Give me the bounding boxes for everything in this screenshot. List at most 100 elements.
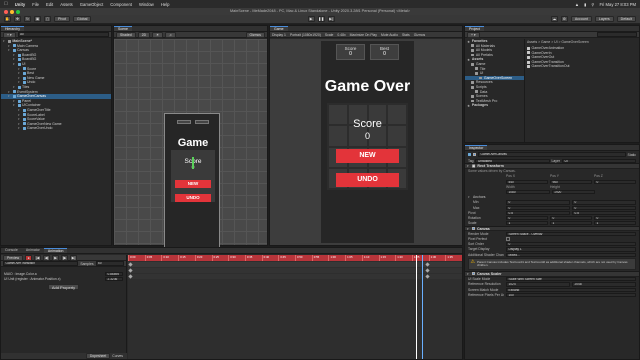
track-label[interactable]: UI Unit (register : Animator.Position.x) xyxy=(4,277,103,281)
expand-arrow-icon[interactable]: ▾ xyxy=(13,103,16,108)
menu-help[interactable]: Help xyxy=(161,2,170,7)
anchor-max-y[interactable]: 0 xyxy=(572,205,636,210)
clip-dropdown[interactable]: GameOverTransition xyxy=(3,261,79,266)
menu-file[interactable]: File xyxy=(32,2,39,7)
preview-toggle[interactable]: Preview xyxy=(3,254,24,261)
pivot-y[interactable]: 0.5 xyxy=(572,210,636,215)
expand-arrow-icon[interactable]: ▾ xyxy=(3,39,6,44)
pause-button[interactable]: ❚❚ xyxy=(317,16,325,22)
pos-z-field[interactable]: 0 xyxy=(594,179,636,184)
anchor-max-x[interactable]: 0 xyxy=(506,205,570,210)
zoom-window-button[interactable] xyxy=(16,9,20,14)
curves-tab[interactable]: Curves xyxy=(112,354,123,358)
hierarchy-item[interactable]: ▾ GameOverUndo xyxy=(1,126,111,131)
project-file-item[interactable]: GameOverTransitionOut xyxy=(527,64,639,69)
scene-new-button[interactable]: NEW xyxy=(175,180,211,188)
pixel-perfect-checkbox[interactable] xyxy=(506,237,510,241)
pivot-toggle[interactable]: Pivot xyxy=(54,16,70,22)
anchor-min-x[interactable]: 0 xyxy=(506,200,570,205)
minimize-window-button[interactable] xyxy=(10,9,14,14)
scale-tool-button[interactable]: ▣ xyxy=(34,16,41,22)
render-mode-dropdown[interactable]: Screen Space - Overlay xyxy=(506,231,636,236)
menu-assets[interactable]: Assets xyxy=(60,2,73,7)
close-window-button[interactable] xyxy=(4,9,8,14)
canvas-scaler-checkbox[interactable] xyxy=(472,272,475,276)
expand-arrow-icon[interactable]: ▾ xyxy=(18,80,21,85)
screen-match-dropdown[interactable]: Expand xyxy=(506,287,636,292)
expand-arrow-icon[interactable]: ▾ xyxy=(13,85,16,90)
timeline-ruler[interactable]: 0:00 0:05 0:10 0:15 0:20 0:25 0:30 0:35 0:40 0:45… xyxy=(128,255,462,261)
project-folder-item[interactable]: ★ Packages xyxy=(465,103,524,108)
menu-gameobject[interactable]: GameObject xyxy=(80,2,104,7)
tab-project[interactable]: Project xyxy=(465,25,484,31)
project-create-button[interactable]: + ▾ xyxy=(467,31,480,38)
scale-x[interactable]: 1 xyxy=(506,221,548,226)
anchor-min-y[interactable]: 0 xyxy=(572,200,636,205)
tab-hierarchy[interactable]: Hierarchy xyxy=(1,25,24,31)
search-icon[interactable]: ⚲ xyxy=(591,2,594,7)
height-field[interactable]: 1920 xyxy=(551,189,596,195)
anim-play-button[interactable]: ▶ xyxy=(52,254,60,261)
project-search-input[interactable] xyxy=(597,32,637,37)
last-key-button[interactable]: ▶| xyxy=(70,254,78,261)
prev-key-button[interactable]: ◀| xyxy=(43,254,51,261)
wifi-icon[interactable]: ▲ xyxy=(575,2,579,7)
account-dropdown[interactable]: Account xyxy=(570,16,592,22)
rotate-tool-button[interactable]: ↻ xyxy=(24,16,31,22)
canvas-checkbox[interactable] xyxy=(472,227,475,230)
sort-order-field[interactable]: 0 xyxy=(506,242,636,247)
shader-channels-dropdown[interactable]: Mixed... xyxy=(506,252,636,257)
project-breadcrumb[interactable]: Assets > Game > UI > GameOverScreen xyxy=(527,39,639,45)
track-label[interactable]: MAIO : Image.Color.a xyxy=(4,272,103,276)
scale-y[interactable]: 1 xyxy=(550,221,592,226)
ppu-field[interactable]: 100 xyxy=(506,292,636,297)
game-gizmos-toggle[interactable]: Gizmos xyxy=(414,33,426,37)
track-value[interactable]: 2.3236 xyxy=(105,276,123,281)
tab-animator[interactable]: Animator xyxy=(22,248,44,254)
display-dropdown[interactable]: Display 1 xyxy=(272,33,286,37)
dopesheet-tab[interactable]: Dopesheet xyxy=(85,353,111,359)
layer-dropdown[interactable]: UI xyxy=(561,158,637,163)
scene-undo-button[interactable]: UNDO xyxy=(175,194,211,202)
samples-field[interactable]: 60 xyxy=(95,261,124,266)
tab-game[interactable]: Game xyxy=(270,25,288,31)
stats-toggle[interactable]: Stats xyxy=(402,33,410,37)
pos-x-field[interactable]: 540 xyxy=(506,179,548,184)
first-key-button[interactable]: |◀ xyxy=(34,254,42,261)
object-name-field[interactable]: GameOverCanvas xyxy=(478,152,626,157)
active-checkbox[interactable] xyxy=(473,153,476,156)
collab-icon[interactable]: ☁ xyxy=(550,16,558,22)
add-property-button[interactable]: Add Property xyxy=(47,284,80,291)
apple-icon[interactable]:  xyxy=(4,1,8,7)
maximize-toggle[interactable]: Maximize On Play xyxy=(350,33,377,37)
scene-viewport[interactable]: Game Over Score 0 NEW UNDO xyxy=(114,39,267,249)
hierarchy-search-input[interactable]: All xyxy=(17,32,109,37)
expand-arrow-icon[interactable]: ▾ xyxy=(8,48,11,53)
scene-gizmos-dropdown[interactable]: Gizmos xyxy=(245,31,265,38)
resolution-dropdown[interactable]: Portrait (1080x1920) xyxy=(290,33,321,37)
rotation-x[interactable]: 0 xyxy=(506,215,548,221)
scale-value[interactable]: 0.48x xyxy=(337,33,345,37)
audio-toggle[interactable]: ♫ xyxy=(165,31,176,38)
menu-edit[interactable]: Edit xyxy=(46,2,53,7)
anchors-foldout[interactable]: Anchors xyxy=(473,195,485,199)
clock[interactable]: Fri May 27 8:03 PM xyxy=(599,2,636,7)
next-key-button[interactable]: |▶ xyxy=(61,254,69,261)
mute-toggle[interactable]: Mute Audio xyxy=(381,33,398,37)
menu-component[interactable]: Component xyxy=(110,2,132,7)
rect-tool-button[interactable]: ▢ xyxy=(44,16,51,22)
pivot-x[interactable]: 0.5 xyxy=(506,210,570,215)
lighting-toggle[interactable]: ☀ xyxy=(152,31,164,38)
global-toggle[interactable]: Global xyxy=(73,16,92,22)
track-value[interactable]: 0.86895 xyxy=(105,271,123,276)
expand-arrow-icon[interactable]: ▾ xyxy=(18,126,21,131)
playhead[interactable] xyxy=(416,255,417,359)
services-icon[interactable]: ⚙ xyxy=(560,16,568,22)
app-menu[interactable]: Unity xyxy=(15,2,25,7)
static-toggle[interactable]: Static xyxy=(628,153,636,157)
width-field[interactable]: 1080 xyxy=(506,189,550,195)
step-button[interactable]: ▶| xyxy=(327,16,335,22)
create-button[interactable]: + ▾ xyxy=(3,31,16,38)
ref-res-x[interactable]: 1024 xyxy=(506,282,570,287)
tab-inspector[interactable]: Inspector xyxy=(465,145,488,150)
